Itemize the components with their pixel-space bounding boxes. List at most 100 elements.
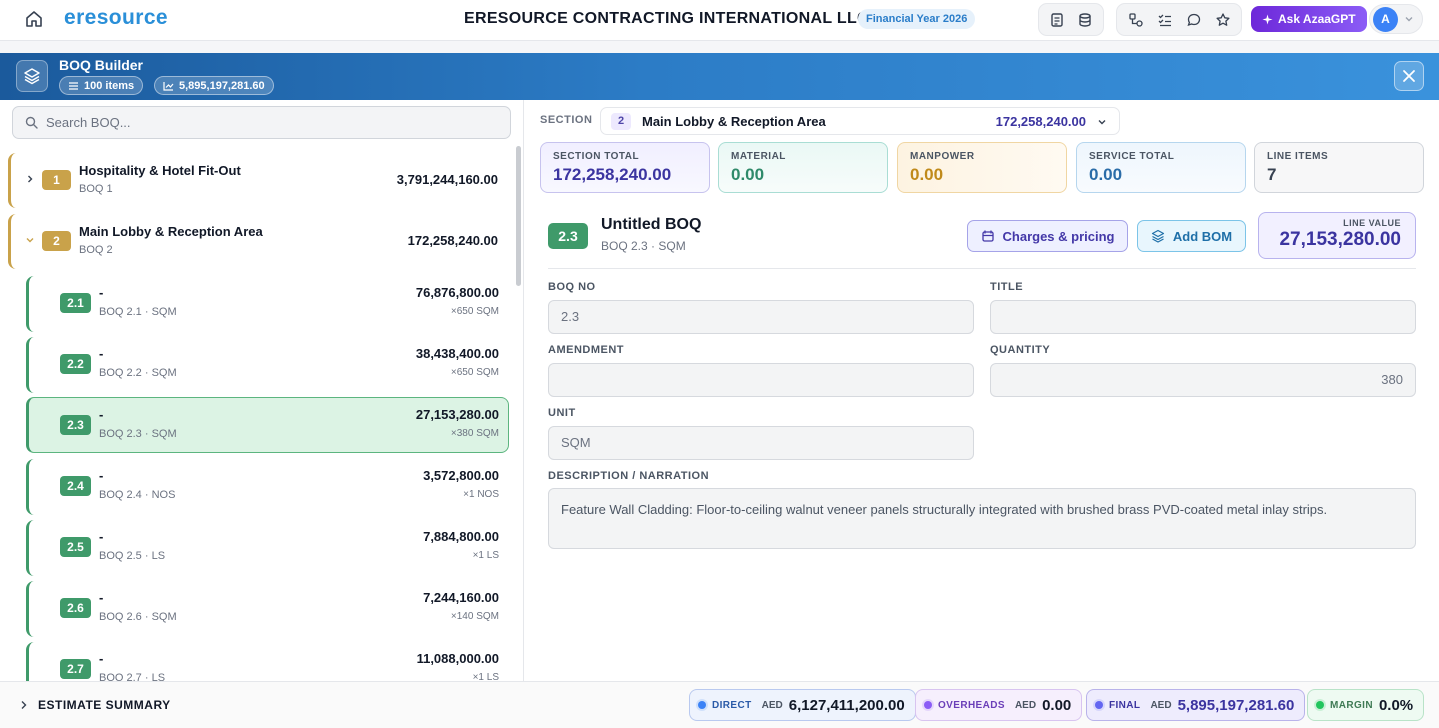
document-icon[interactable] xyxy=(1046,9,1068,31)
chevron-right-icon[interactable] xyxy=(25,174,35,184)
toolbar-group-tools xyxy=(1116,3,1242,36)
avatar: A xyxy=(1373,7,1398,32)
section-subtitle: BOQ 1 xyxy=(79,183,113,195)
item-amount: 76,876,800.00 xyxy=(415,285,499,300)
currency-label: AED xyxy=(1014,699,1037,711)
item-quantity: ×1 NOS xyxy=(463,489,499,500)
builder-title: BOQ Builder xyxy=(59,57,144,73)
checklist-icon[interactable] xyxy=(1154,9,1176,31)
estimate-summary-toggle[interactable]: ESTIMATE SUMMARY xyxy=(20,698,171,712)
chat-icon[interactable] xyxy=(1183,9,1205,31)
item-title: - xyxy=(99,590,104,605)
financial-year-badge[interactable]: Financial Year 2026 xyxy=(858,9,976,29)
sparkle-icon xyxy=(1262,13,1273,25)
search-icon xyxy=(25,116,38,129)
line-value: 27,153,280.00 xyxy=(1279,229,1401,250)
background-strip xyxy=(0,40,1439,53)
workflow-icon[interactable] xyxy=(1125,9,1147,31)
star-icon[interactable] xyxy=(1212,9,1234,31)
item-subtitle: BOQ 2.2 · SQM xyxy=(99,367,177,379)
boq-item-row[interactable]: 2.6 - BOQ 2.6 · SQM 7,244,160.00 ×140 SQ… xyxy=(26,581,509,637)
description-textarea[interactable]: Feature Wall Cladding: Floor-to-ceiling … xyxy=(548,488,1416,549)
charges-pricing-button[interactable]: Charges & pricing xyxy=(967,220,1128,252)
close-button[interactable] xyxy=(1394,61,1424,91)
boq-item-row[interactable]: 2.5 - BOQ 2.5 · LS 7,884,800.00 ×1 LS xyxy=(26,520,509,576)
database-icon[interactable] xyxy=(1074,9,1096,31)
stat-service-total: SERVICE TOTAL 0.00 xyxy=(1076,142,1246,193)
item-quantity: ×140 SQM xyxy=(450,611,499,622)
boq-item-row-selected[interactable]: 2.3 - BOQ 2.3 · SQM 27,153,280.00 ×380 S… xyxy=(26,397,509,453)
item-quantity: ×1 LS xyxy=(472,672,499,681)
user-menu[interactable]: A xyxy=(1369,4,1423,34)
stat-label: SERVICE TOTAL xyxy=(1089,151,1175,162)
section-select-amount: 172,258,240.00 xyxy=(995,114,1086,129)
boq-no-label: BOQ NO xyxy=(548,281,596,293)
home-icon[interactable] xyxy=(24,9,44,29)
search-placeholder: Search BOQ... xyxy=(46,115,131,130)
section-number: 2 xyxy=(42,231,71,251)
stat-section-total: SECTION TOTAL 172,258,240.00 xyxy=(540,142,710,193)
direct-total-pill: DIRECT AED 6,127,411,200.00 xyxy=(689,689,916,721)
section-label: SECTION xyxy=(540,114,593,126)
item-number: 2.5 xyxy=(60,537,91,557)
chart-icon xyxy=(163,81,174,91)
total-value: 5,895,197,281.60 xyxy=(179,79,265,92)
unit-label: UNIT xyxy=(548,407,576,419)
stat-value: 0.00 xyxy=(1089,165,1123,184)
stat-value: 0.00 xyxy=(910,165,944,184)
layers-icon xyxy=(16,60,48,92)
direct-label: DIRECT xyxy=(712,699,752,711)
ask-azaagpt-button[interactable]: Ask AzaaGPT xyxy=(1251,6,1367,32)
item-number: 2.2 xyxy=(60,354,91,374)
margin-label: MARGIN xyxy=(1330,699,1373,711)
estimate-summary-bar: ESTIMATE SUMMARY DIRECT AED 6,127,411,20… xyxy=(0,681,1439,728)
section-row[interactable]: 1 Hospitality & Hotel Fit-Out BOQ 1 3,79… xyxy=(8,153,508,208)
section-row[interactable]: 2 Main Lobby & Reception Area BOQ 2 172,… xyxy=(8,214,508,269)
line-item-title: Untitled BOQ xyxy=(601,216,702,233)
stat-manpower: MANPOWER 0.00 xyxy=(897,142,1067,193)
boq-item-row[interactable]: 2.4 - BOQ 2.4 · NOS 3,572,800.00 ×1 NOS xyxy=(26,459,509,515)
add-bom-button[interactable]: Add BOM xyxy=(1137,220,1246,252)
search-input[interactable]: Search BOQ... xyxy=(12,106,511,139)
boq-item-row[interactable]: 2.1 - BOQ 2.1 · SQM 76,876,800.00 ×650 S… xyxy=(26,276,509,332)
item-amount: 7,244,160.00 xyxy=(423,590,499,605)
title-field[interactable] xyxy=(990,300,1416,334)
chevron-down-icon[interactable] xyxy=(25,235,35,245)
tree-scrollbar[interactable] xyxy=(516,146,521,286)
direct-value: 6,127,411,200.00 xyxy=(788,696,905,714)
currency-label: AED xyxy=(761,699,783,711)
ask-azaagpt-label: Ask AzaaGPT xyxy=(1278,12,1356,26)
item-quantity: ×650 SQM xyxy=(450,306,499,317)
chevron-down-icon xyxy=(1404,14,1414,24)
title-label: TITLE xyxy=(990,281,1024,293)
stat-label: MATERIAL xyxy=(731,151,786,162)
item-number: 2.6 xyxy=(60,598,91,618)
margin-dot xyxy=(1316,701,1324,709)
boq-no-field[interactable]: 2.3 xyxy=(548,300,974,334)
list-icon xyxy=(68,81,79,91)
item-amount: 38,438,400.00 xyxy=(415,346,499,361)
section-select[interactable]: 2 Main Lobby & Reception Area 172,258,24… xyxy=(600,107,1120,135)
section-amount: 3,791,244,160.00 xyxy=(396,172,498,187)
boq-item-row[interactable]: 2.7 - BOQ 2.7 · LS 11,088,000.00 ×1 LS xyxy=(26,642,509,681)
unit-field[interactable]: SQM xyxy=(548,426,974,460)
toolbar-group-docs xyxy=(1038,3,1104,36)
amendment-label: AMENDMENT xyxy=(548,344,624,356)
quantity-field[interactable]: 380 xyxy=(990,363,1416,397)
add-bom-label: Add BOM xyxy=(1172,228,1233,244)
line-item-header: 2.3 Untitled BOQ BOQ 2.3 · SQM Charges &… xyxy=(548,212,1416,269)
item-subtitle: BOQ 2.5 · LS xyxy=(99,550,166,562)
overheads-dot xyxy=(924,701,932,709)
boq-item-row[interactable]: 2.2 - BOQ 2.2 · SQM 38,438,400.00 ×650 S… xyxy=(26,337,509,393)
item-quantity: ×1 LS xyxy=(472,550,499,561)
stat-value: 7 xyxy=(1267,165,1277,184)
section-number: 1 xyxy=(42,170,71,190)
company-name: ERESOURCE CONTRACTING INTERNATIONAL LLC xyxy=(464,10,869,27)
overheads-pill: OVERHEADS AED 0.00 xyxy=(915,689,1083,721)
total-value-chip: 5,895,197,281.60 xyxy=(154,76,274,95)
amendment-field[interactable] xyxy=(548,363,974,397)
item-amount: 11,088,000.00 xyxy=(416,651,499,666)
items-count: 100 items xyxy=(84,79,135,92)
eresource-logo[interactable]: eresource xyxy=(64,6,168,30)
item-amount: 7,884,800.00 xyxy=(423,529,499,544)
